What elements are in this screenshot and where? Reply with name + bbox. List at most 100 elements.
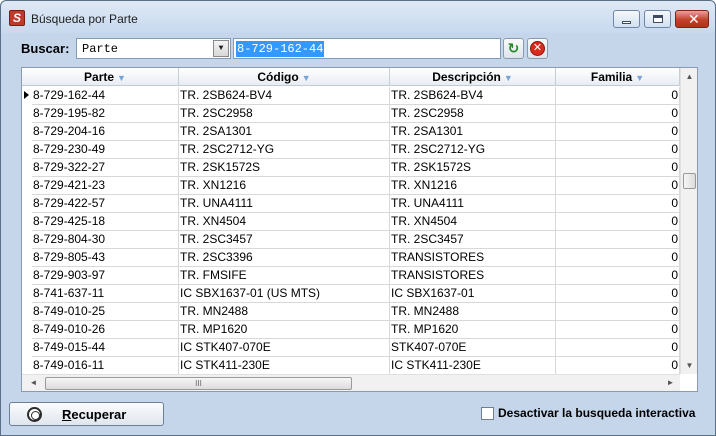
cell-descripcion[interactable]: TRANSISTORES bbox=[390, 249, 556, 267]
column-header-familia[interactable]: Familia ▼ bbox=[556, 68, 680, 86]
column-header-parte[interactable]: Parte ▼ bbox=[32, 68, 179, 86]
scroll-up-icon[interactable]: ▲ bbox=[681, 68, 697, 85]
cell-familia[interactable]: 0 bbox=[556, 105, 680, 123]
cell-descripcion[interactable]: IC STK411-230E bbox=[390, 357, 556, 375]
cell-descripcion[interactable]: TR. XN1216 bbox=[390, 177, 556, 195]
cell-parte[interactable]: 8-749-016-11 bbox=[32, 357, 179, 375]
cell-descripcion[interactable]: TR. 2SC2712-YG bbox=[390, 141, 556, 159]
column-header-codigo[interactable]: Código ▼ bbox=[179, 68, 390, 86]
cell-descripcion[interactable]: TR. 2SK1572S bbox=[390, 159, 556, 177]
table-row[interactable]: 8-729-162-44 TR. 2SB624-BV4 TR. 2SB624-BV4… bbox=[32, 87, 680, 105]
vertical-scrollbar[interactable]: ▲ ▼ bbox=[680, 68, 697, 374]
cell-familia[interactable]: 0 bbox=[556, 87, 680, 105]
cell-descripcion[interactable]: TR. 2SC3457 bbox=[390, 231, 556, 249]
table-row[interactable]: 8-729-804-30 TR. 2SC3457 TR. 2SC3457 0 bbox=[32, 231, 680, 249]
table-row[interactable]: 8-741-637-11 IC SBX1637-01 (US MTS) IC SBX… bbox=[32, 285, 680, 303]
table-row[interactable]: 8-729-230-49 TR. 2SC2712-YG TR. 2SC2712-YG… bbox=[32, 141, 680, 159]
cell-codigo[interactable]: TR. FMSIFE bbox=[179, 267, 390, 285]
minimize-button[interactable] bbox=[613, 10, 640, 28]
cell-parte[interactable]: 8-729-195-82 bbox=[32, 105, 179, 123]
cell-codigo[interactable]: IC SBX1637-01 (US MTS) bbox=[179, 285, 390, 303]
cell-codigo[interactable]: TR. XN1216 bbox=[179, 177, 390, 195]
cell-descripcion[interactable]: TR. 2SB624-BV4 bbox=[390, 87, 556, 105]
table-row[interactable]: 8-749-015-44 IC STK407-070E STK407-070E 0 bbox=[32, 339, 680, 357]
cell-familia[interactable]: 0 bbox=[556, 249, 680, 267]
search-field-select[interactable]: Parte ▼ bbox=[76, 38, 231, 59]
cell-parte[interactable]: 8-729-425-18 bbox=[32, 213, 179, 231]
cell-familia[interactable]: 0 bbox=[556, 177, 680, 195]
close-button[interactable]: ✕ bbox=[675, 10, 709, 28]
cell-familia[interactable]: 0 bbox=[556, 159, 680, 177]
cell-familia[interactable]: 0 bbox=[556, 267, 680, 285]
cell-parte[interactable]: 8-729-230-49 bbox=[32, 141, 179, 159]
cell-familia[interactable]: 0 bbox=[556, 357, 680, 375]
scroll-down-icon[interactable]: ▼ bbox=[681, 357, 697, 374]
cell-codigo[interactable]: TR. 2SC2712-YG bbox=[179, 141, 390, 159]
cell-codigo[interactable]: TR. UNA4111 bbox=[179, 195, 390, 213]
maximize-button[interactable] bbox=[644, 10, 671, 28]
cell-codigo[interactable]: TR. 2SC3457 bbox=[179, 231, 390, 249]
table-row[interactable]: 8-729-903-97 TR. FMSIFE TRANSISTORES 0 bbox=[32, 267, 680, 285]
cell-parte[interactable]: 8-749-010-25 bbox=[32, 303, 179, 321]
cell-familia[interactable]: 0 bbox=[556, 141, 680, 159]
cell-codigo[interactable]: TR. 2SC2958 bbox=[179, 105, 390, 123]
cell-parte[interactable]: 8-729-204-16 bbox=[32, 123, 179, 141]
cell-familia[interactable]: 0 bbox=[556, 123, 680, 141]
cell-descripcion[interactable]: TR. MP1620 bbox=[390, 321, 556, 339]
scroll-left-icon[interactable]: ◄ bbox=[25, 375, 42, 391]
disable-interactive-search-checkbox[interactable] bbox=[481, 407, 494, 420]
table-row[interactable]: 8-749-010-26 TR. MP1620 TR. MP1620 0 bbox=[32, 321, 680, 339]
table-row[interactable]: 8-749-016-11 IC STK411-230E IC STK411-230E… bbox=[32, 357, 680, 375]
cell-parte[interactable]: 8-729-422-57 bbox=[32, 195, 179, 213]
cancel-search-button[interactable]: ✕ bbox=[527, 38, 548, 59]
disable-interactive-search-label[interactable]: Desactivar la busqueda interactiva bbox=[498, 406, 695, 420]
table-row[interactable]: 8-729-422-57 TR. UNA4111 TR. UNA4111 0 bbox=[32, 195, 680, 213]
cell-codigo[interactable]: TR. XN4504 bbox=[179, 213, 390, 231]
cell-descripcion[interactable]: TRANSISTORES bbox=[390, 267, 556, 285]
table-row[interactable]: 8-729-421-23 TR. XN1216 TR. XN1216 0 bbox=[32, 177, 680, 195]
table-row[interactable]: 8-729-322-27 TR. 2SK1572S TR. 2SK1572S 0 bbox=[32, 159, 680, 177]
scroll-right-icon[interactable]: ► bbox=[662, 375, 679, 391]
cell-familia[interactable]: 0 bbox=[556, 195, 680, 213]
refresh-button[interactable]: ↻ bbox=[503, 38, 524, 59]
table-row[interactable]: 8-729-195-82 TR. 2SC2958 TR. 2SC2958 0 bbox=[32, 105, 680, 123]
table-row[interactable]: 8-729-805-43 TR. 2SC3396 TRANSISTORES 0 bbox=[32, 249, 680, 267]
cell-codigo[interactable]: TR. MN2488 bbox=[179, 303, 390, 321]
cell-descripcion[interactable]: STK407-070E bbox=[390, 339, 556, 357]
cell-familia[interactable]: 0 bbox=[556, 303, 680, 321]
cell-codigo[interactable]: IC STK411-230E bbox=[179, 357, 390, 375]
vertical-scroll-thumb[interactable] bbox=[683, 173, 696, 189]
cell-familia[interactable]: 0 bbox=[556, 231, 680, 249]
cell-codigo[interactable]: IC STK407-070E bbox=[179, 339, 390, 357]
cell-familia[interactable]: 0 bbox=[556, 213, 680, 231]
chevron-down-icon[interactable]: ▼ bbox=[213, 40, 229, 57]
cell-descripcion[interactable]: TR. XN4504 bbox=[390, 213, 556, 231]
cell-descripcion[interactable]: TR. 2SC2958 bbox=[390, 105, 556, 123]
cell-familia[interactable]: 0 bbox=[556, 285, 680, 303]
horizontal-scroll-thumb[interactable]: III bbox=[45, 377, 352, 390]
cell-parte[interactable]: 8-729-322-27 bbox=[32, 159, 179, 177]
cell-parte[interactable]: 8-729-903-97 bbox=[32, 267, 179, 285]
cell-parte[interactable]: 8-741-637-11 bbox=[32, 285, 179, 303]
cell-descripcion[interactable]: TR. UNA4111 bbox=[390, 195, 556, 213]
title-bar[interactable]: S Búsqueda por Parte ✕ bbox=[1, 1, 715, 33]
cell-parte[interactable]: 8-729-421-23 bbox=[32, 177, 179, 195]
recover-button[interactable]: Recuperar bbox=[9, 402, 164, 426]
column-header-descripcion[interactable]: Descripción ▼ bbox=[390, 68, 556, 86]
cell-parte[interactable]: 8-729-804-30 bbox=[32, 231, 179, 249]
horizontal-scrollbar[interactable]: ◄ III ► bbox=[22, 374, 680, 391]
cell-codigo[interactable]: TR. 2SC3396 bbox=[179, 249, 390, 267]
cell-codigo[interactable]: TR. 2SB624-BV4 bbox=[179, 87, 390, 105]
table-row[interactable]: 8-749-010-25 TR. MN2488 TR. MN2488 0 bbox=[32, 303, 680, 321]
cell-descripcion[interactable]: TR. 2SA1301 bbox=[390, 123, 556, 141]
cell-familia[interactable]: 0 bbox=[556, 339, 680, 357]
cell-codigo[interactable]: TR. 2SK1572S bbox=[179, 159, 390, 177]
cell-parte[interactable]: 8-729-162-44 bbox=[32, 87, 179, 105]
cell-codigo[interactable]: TR. MP1620 bbox=[179, 321, 390, 339]
cell-parte[interactable]: 8-729-805-43 bbox=[32, 249, 179, 267]
table-row[interactable]: 8-729-425-18 TR. XN4504 TR. XN4504 0 bbox=[32, 213, 680, 231]
cell-descripcion[interactable]: TR. MN2488 bbox=[390, 303, 556, 321]
search-input[interactable]: 8-729-162-44 bbox=[233, 38, 501, 59]
table-row[interactable]: 8-729-204-16 TR. 2SA1301 TR. 2SA1301 0 bbox=[32, 123, 680, 141]
cell-parte[interactable]: 8-749-015-44 bbox=[32, 339, 179, 357]
